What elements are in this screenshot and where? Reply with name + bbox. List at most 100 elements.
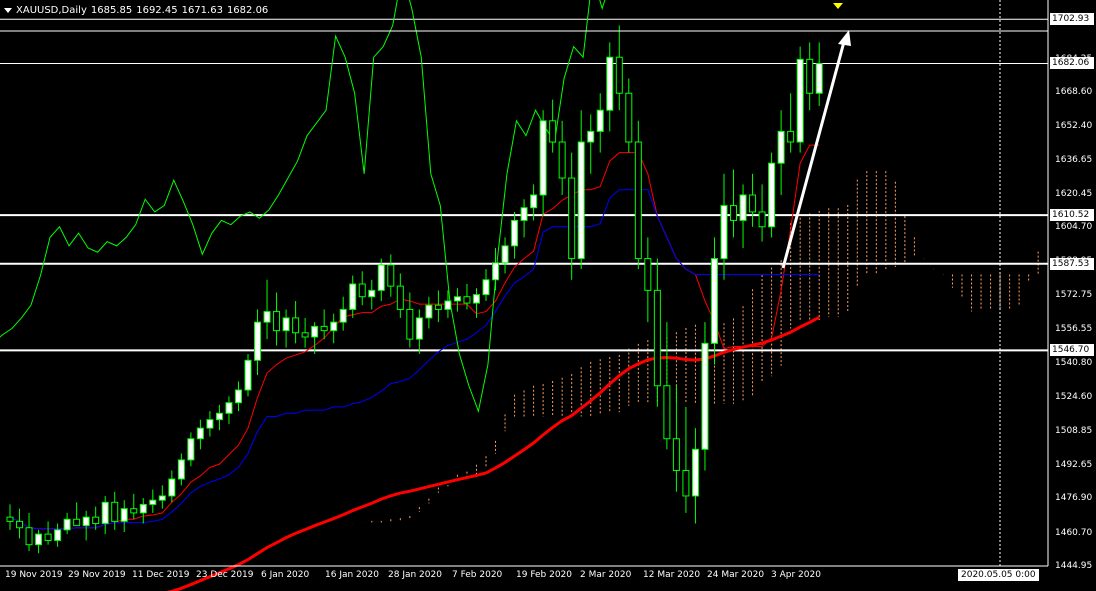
candle-body [301, 332, 309, 338]
candle-body [16, 520, 24, 529]
price-tick: 1460.70 [1055, 527, 1093, 538]
price-label-box: 1587.53 [1050, 257, 1094, 270]
candle-body [796, 58, 804, 143]
candle-body [82, 516, 90, 527]
price-tick: 1604.70 [1055, 222, 1093, 233]
candle-body [587, 130, 595, 143]
price-tick: 1556.55 [1055, 324, 1093, 335]
candle-body [168, 478, 176, 497]
price-label-box: 1682.06 [1050, 57, 1094, 70]
candle-body [368, 289, 376, 298]
date-tick: 23 Dec 2019 [196, 570, 254, 580]
candle-body [320, 325, 328, 332]
candle-body [701, 342, 709, 450]
candle-body [282, 317, 290, 332]
candle-body [187, 438, 195, 461]
dropdown-triangle-icon[interactable] [4, 7, 12, 13]
candle-body [63, 518, 71, 531]
candle-body [196, 427, 204, 440]
candle-body [501, 245, 509, 264]
price-tick: 1524.60 [1055, 392, 1093, 403]
candle-body [549, 120, 557, 143]
candle-body [377, 264, 385, 291]
candle-body [149, 499, 157, 505]
price-label-box: 1702.93 [1050, 13, 1094, 26]
candle-body [463, 296, 471, 304]
cursor-date-label: 2020.05.05 0:00 [958, 569, 1039, 581]
candle-body [415, 317, 423, 340]
candle-body [787, 130, 795, 143]
price-tick: 1636.65 [1055, 154, 1093, 165]
candle-body [177, 459, 185, 480]
candle-body [625, 92, 633, 143]
candle-body [568, 177, 576, 260]
price-tick: 1492.65 [1055, 459, 1093, 470]
candle-body [758, 211, 766, 228]
candle-body [653, 289, 661, 387]
candle-body [434, 304, 442, 310]
candle-body [777, 130, 785, 164]
candle-body [358, 283, 366, 298]
date-tick: 3 Apr 2020 [771, 570, 821, 580]
price-label-box: 1610.52 [1050, 209, 1094, 222]
chart-window[interactable]: XAUUSD,Daily 1685.85 1692.45 1671.63 1682.06… [0, 0, 1096, 591]
date-tick: 19 Nov 2019 [5, 570, 63, 580]
candle-body [730, 205, 738, 221]
candle-body [606, 56, 614, 111]
candle-body [444, 300, 452, 310]
candle-body [530, 194, 538, 209]
date-tick: 2 Mar 2020 [580, 570, 632, 580]
candle-body [720, 205, 728, 260]
candle-body [73, 518, 81, 527]
close-value: 1682.06 [226, 5, 269, 16]
candle-body [634, 141, 642, 260]
candle-body [691, 448, 699, 497]
candle-body [806, 58, 814, 94]
date-tick: 16 Jan 2020 [325, 570, 379, 580]
high-value: 1692.45 [136, 5, 178, 16]
candle-body [520, 207, 528, 221]
candle-body [215, 412, 223, 421]
candle-body [111, 501, 119, 522]
candle-body [35, 533, 43, 546]
candle-body [349, 283, 357, 310]
candle-body [120, 508, 128, 522]
date-tick: 28 Jan 2020 [388, 570, 442, 580]
candle-body [406, 308, 414, 340]
price-tick: 1444.95 [1055, 561, 1093, 571]
candle-body [749, 194, 757, 213]
price-tick: 1620.45 [1055, 189, 1093, 200]
candle-body [425, 304, 433, 319]
candle-body [739, 194, 747, 221]
candle-body [492, 262, 500, 281]
price-tick: 1540.80 [1055, 357, 1093, 368]
date-tick: 24 Mar 2020 [707, 570, 765, 580]
candle-body [672, 438, 680, 472]
candle-body [472, 294, 480, 304]
candle-body [682, 470, 690, 497]
candle-body [577, 141, 585, 260]
price-tick: 1668.60 [1055, 86, 1093, 97]
candle-body [206, 419, 214, 429]
date-tick: 7 Feb 2020 [452, 570, 503, 580]
candle-body [768, 162, 776, 228]
candle-body [254, 321, 262, 361]
date-tick: 11 Dec 2019 [132, 570, 190, 580]
candle-body [139, 503, 147, 514]
candle-body [453, 296, 461, 302]
date-tick: 19 Feb 2020 [516, 570, 573, 580]
candle-body [234, 389, 242, 404]
candle-body [6, 516, 14, 522]
candle-body [263, 311, 271, 323]
price-tick: 1508.85 [1055, 425, 1093, 436]
candle-body [511, 219, 519, 247]
open-value: 1685.85 [90, 5, 133, 16]
candle-body [311, 325, 319, 338]
candle-body [92, 516, 100, 525]
candle-body [644, 258, 652, 291]
price-chart[interactable] [0, 0, 1096, 591]
candle-body [710, 258, 718, 344]
candle-body [815, 63, 823, 94]
candle-body [130, 508, 138, 514]
chart-title-bar: XAUUSD,Daily 1685.85 1692.45 1671.63 1682.06 [4, 4, 272, 18]
